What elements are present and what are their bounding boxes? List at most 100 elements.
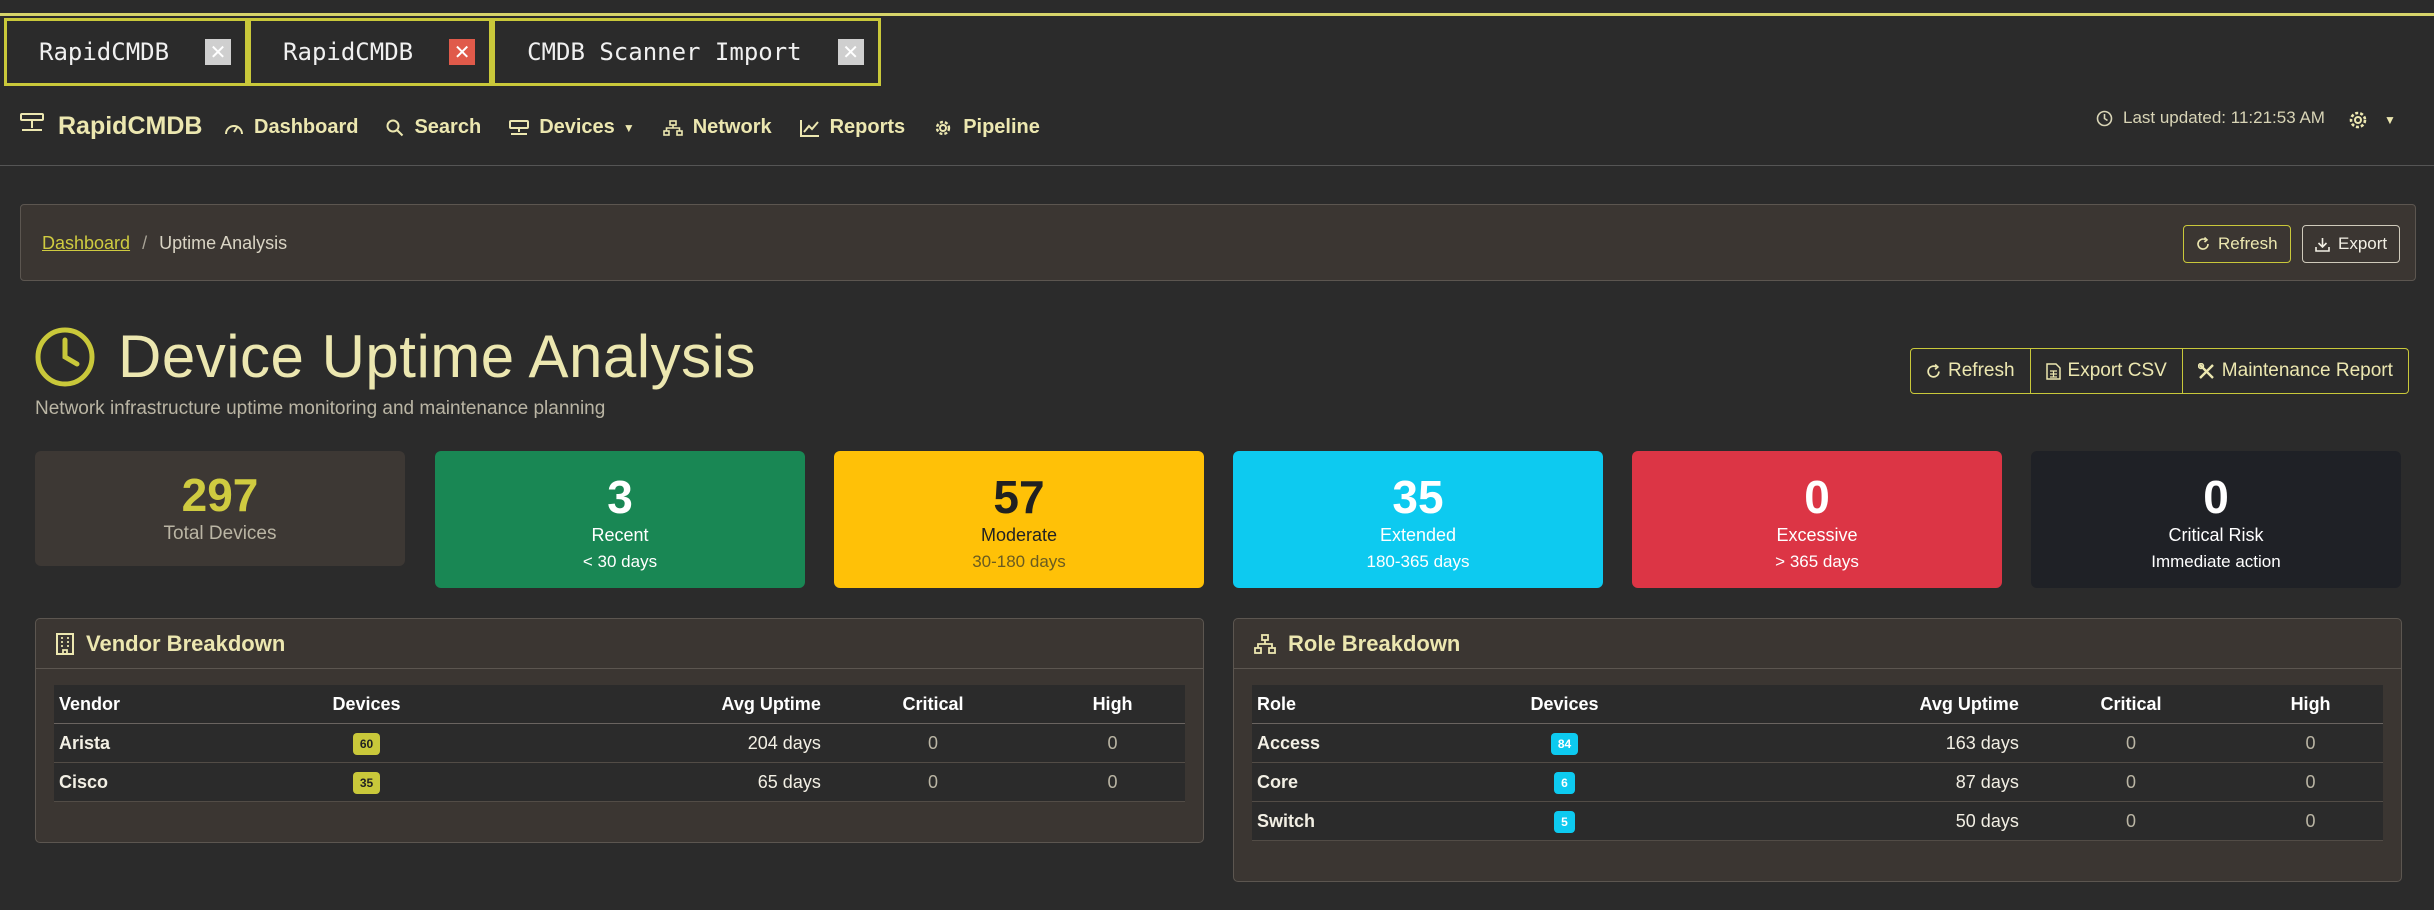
nav-label: Network [692,116,772,138]
page-title: Device Uptime Analysis [118,323,756,390]
nav-dashboard[interactable]: Dashboard [224,116,358,139]
device-count-badge: 60 [352,732,381,755]
nav-label: Dashboard [254,116,359,138]
stat-label: Total Devices [163,523,277,544]
stat-card-critical-risk: 0 Critical Risk Immediate action [2031,451,2401,588]
column-header: Avg Uptime [721,693,821,714]
building-icon [56,632,74,655]
vendor-name: Cisco [59,771,109,792]
stat-card-extended: 35 Extended 180-365 days [1233,451,1603,588]
stat-label: Moderate [980,525,1058,545]
column-header: Role [1257,693,1297,714]
nav-network[interactable]: Network [662,116,772,139]
critical-count: 0 [2125,810,2136,831]
nav-reports[interactable]: Reports [799,116,905,139]
brand-label: RapidCMDB [58,112,203,140]
high-count: 0 [2305,771,2316,792]
panel-title: Role Breakdown [1288,630,1461,656]
stat-sub: < 30 days [582,552,658,571]
stat-value: 57 [993,471,1045,523]
table-row[interactable]: Arista 60 204 days 0 0 [54,724,1185,763]
critical-count: 0 [2125,732,2136,753]
tab-rapidcmdb-1[interactable]: RapidCMDB ✕ [4,18,249,86]
close-icon[interactable]: ✕ [205,39,232,65]
main-nav: Dashboard Search Devices ▼ Network Repor… [224,116,1068,139]
file-spreadsheet-icon [2045,362,2061,380]
stat-label: Excessive [1776,525,1858,545]
vendor-name: Arista [59,732,111,753]
avg-uptime: 204 days [747,732,821,753]
device-count-badge: 35 [352,771,381,794]
diagram-icon [662,119,683,136]
tab-label: CMDB Scanner Import [527,38,802,66]
avg-uptime: 50 days [1955,810,2019,831]
device-count-badge: 6 [1554,771,1575,794]
device-count-badge: 84 [1550,732,1579,755]
graph-up-icon [799,119,819,137]
export-csv-button[interactable]: Export CSV [2031,349,2183,393]
nav-search[interactable]: Search [386,116,481,139]
stat-card-recent: 3 Recent < 30 days [435,451,805,588]
search-icon [386,119,404,136]
close-icon[interactable]: ✕ [449,39,476,65]
last-updated-text: Last updated: 11:21:53 AM [2123,108,2325,127]
device-count-badge: 5 [1554,810,1575,833]
stat-card-excessive: 0 Excessive > 365 days [1632,451,2002,588]
settings-dropdown[interactable]: ▼ [2348,110,2396,130]
header-actions: Refresh Export CSV Maintenance Report [1910,348,2409,394]
table-row[interactable]: Switch 5 50 days 0 0 [1252,802,2383,841]
close-icon[interactable]: ✕ [837,39,864,65]
refresh-icon [2197,237,2209,250]
stat-value: 35 [1392,471,1444,523]
nav-label: Devices [539,116,615,138]
last-updated: Last updated: 11:21:53 AM [2096,108,2325,128]
avg-uptime: 87 days [1955,771,2019,792]
gear-icon [935,120,951,135]
chevron-down-icon: ▼ [2384,113,2396,127]
tab-cmdb-scanner-import[interactable]: CMDB Scanner Import ✕ [492,18,881,86]
page-subtitle: Network infrastructure uptime monitoring… [35,398,606,419]
high-count: 0 [2305,732,2316,753]
column-header: Critical [902,693,964,714]
stat-value: 3 [607,471,633,523]
brand-link[interactable]: RapidCMDB [20,112,202,141]
panel-title: Vendor Breakdown [86,630,286,656]
nav-pipeline[interactable]: Pipeline [933,116,1040,139]
table-row[interactable]: Cisco 35 65 days 0 0 [54,763,1185,802]
nav-label: Pipeline [963,116,1040,138]
maintenance-report-button[interactable]: Maintenance Report [2183,349,2408,393]
breadcrumb-bar: Dashboard / Uptime Analysis Refresh Expo… [20,204,2416,281]
role-breakdown-panel: Role Breakdown Role Devices Avg Uptime C… [1233,618,2402,882]
tab-label: RapidCMDB [39,38,170,66]
breadcrumb-dashboard-link[interactable]: Dashboard [42,233,130,254]
high-count: 0 [1107,732,1118,753]
stat-label: Extended [1379,525,1457,545]
refresh-button[interactable]: Refresh [1911,349,2031,393]
nav-devices[interactable]: Devices ▼ [509,116,635,139]
stat-label: Recent [591,525,649,545]
export-label: Export [2338,234,2388,253]
table-row[interactable]: Access 84 163 days 0 0 [1252,724,2383,763]
stat-label: Critical Risk [2168,525,2264,545]
stat-sub: 180-365 days [1366,552,1470,571]
critical-count: 0 [927,732,938,753]
role-name: Access [1257,732,1321,753]
refresh-icon [1927,363,1940,378]
panel-header: Role Breakdown [1234,619,2401,669]
stat-value: 297 [181,469,259,521]
breadcrumb-separator: / [142,233,148,253]
refresh-button[interactable]: Refresh [2183,225,2291,263]
chevron-down-icon: ▼ [622,120,635,135]
stat-sub: Immediate action [2151,552,2281,571]
export-csv-label: Export CSV [2067,360,2167,381]
tab-bar: RapidCMDB ✕ RapidCMDB ✕ CMDB Scanner Imp… [4,18,881,86]
hdd-network-icon [509,119,530,135]
table-row[interactable]: Core 6 87 days 0 0 [1252,763,2383,802]
diagram-icon [1254,633,1276,654]
vendor-breakdown-panel: Vendor Breakdown Vendor Devices Avg Upti… [35,618,1204,843]
export-button[interactable]: Export [2302,225,2401,263]
breadcrumb-current: Uptime Analysis [159,233,288,253]
avg-uptime: 163 days [1945,732,2019,753]
tab-rapidcmdb-2[interactable]: RapidCMDB ✕ [248,18,493,86]
stat-value: 0 [1804,471,1830,523]
